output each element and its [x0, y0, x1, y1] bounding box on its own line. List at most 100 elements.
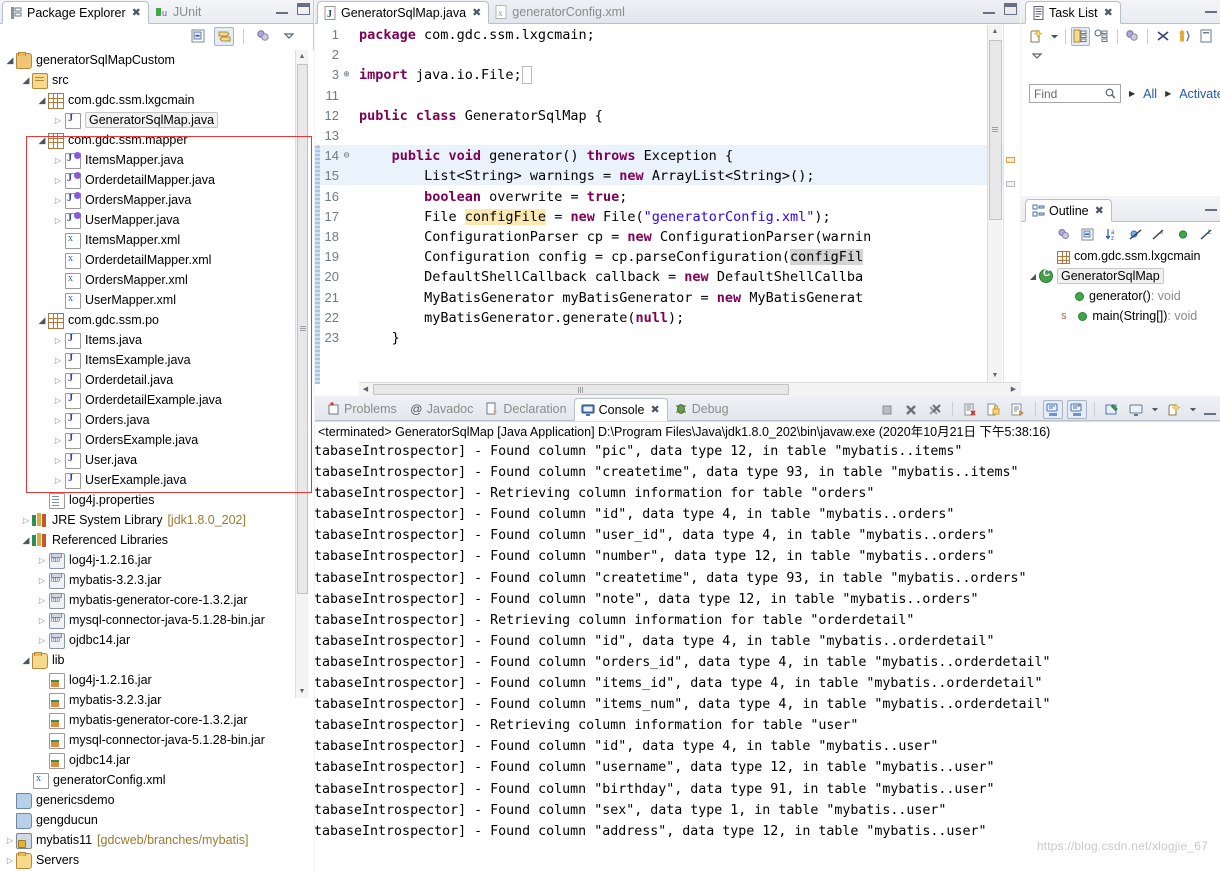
tree-item-log4j-properties[interactable]: log4j.properties [0, 490, 314, 510]
minimize-icon[interactable] [1205, 3, 1217, 13]
expander-open-icon[interactable] [36, 95, 48, 106]
expander-open-icon[interactable] [4, 55, 16, 66]
expander-open-icon[interactable]: ◢ [1027, 272, 1039, 281]
expander-closed-icon[interactable] [52, 376, 64, 385]
find-input[interactable]: Find [1029, 84, 1121, 103]
fold-collapse-icon[interactable]: ⊖ [341, 146, 352, 166]
tree-item-userexample-java[interactable]: UserExample.java [0, 470, 314, 490]
expander-closed-icon[interactable] [52, 476, 64, 485]
tree-item-referenced-libraries[interactable]: Referenced Libraries [0, 530, 314, 550]
expander-open-icon[interactable] [20, 75, 32, 86]
open-console-dropdown[interactable] [1188, 400, 1198, 419]
minimize-icon[interactable] [276, 4, 288, 14]
tree-item-itemsexample-java[interactable]: ItemsExample.java [0, 350, 314, 370]
tree-item-usermapper-xml[interactable]: UserMapper.xml [0, 290, 314, 310]
expander-closed-icon[interactable] [36, 636, 48, 645]
tree-item-genericsdemo[interactable]: genericsdemo [0, 790, 314, 810]
tab-problems[interactable]: Problems [321, 397, 404, 420]
collapse-all-button[interactable] [1175, 27, 1195, 46]
filter-all-link[interactable]: All [1143, 87, 1157, 101]
expander-closed-icon[interactable] [4, 856, 16, 865]
tree-item-mybatis-generator-core-1-3-2-jar[interactable]: mybatis-generator-core-1.3.2.jar [0, 590, 314, 610]
synchronize-changed-button[interactable] [1153, 27, 1173, 46]
focus-on-active-task-button[interactable] [253, 27, 273, 46]
expander-closed-icon[interactable] [52, 116, 64, 125]
tree-item-orderdetailmapper-xml[interactable]: OrderdetailMapper.xml [0, 250, 314, 270]
tree-item-orderdetail-java[interactable]: Orderdetail.java [0, 370, 314, 390]
terminate-button[interactable] [877, 400, 897, 419]
close-icon[interactable]: ✖ [472, 6, 481, 19]
tree-item-mybatis-3-2-3-jar[interactable]: mybatis-3.2.3.jar [0, 570, 314, 590]
hide-nonpublic-button[interactable] [1174, 225, 1193, 244]
expander-closed-icon[interactable] [52, 456, 64, 465]
tree-item-orders-java[interactable]: Orders.java [0, 410, 314, 430]
categorized-presentation-button[interactable] [1070, 26, 1091, 46]
tree-item-ordersmapper-xml[interactable]: OrdersMapper.xml [0, 270, 314, 290]
tree-item-jre-system-library[interactable]: JRE System Library [jdk1.8.0_202] [0, 510, 314, 530]
scheduled-presentation-button[interactable] [1092, 27, 1112, 46]
tree-item-user-java[interactable]: User.java [0, 450, 314, 470]
tree-item-ojdbc14-jar[interactable]: ojdbc14.jar [0, 750, 314, 770]
remove-launch-button[interactable] [901, 400, 921, 419]
show-console-on-error-button[interactable]: * [1067, 400, 1087, 419]
outline-item-com-gdc-ssm-lxgcmain[interactable]: com.gdc.ssm.lxgcmain [1021, 246, 1220, 266]
minimize-icon[interactable] [1205, 201, 1217, 211]
tree-item-items-java[interactable]: Items.java [0, 330, 314, 350]
tree-item-mysql-connector-java-5-1-28-bin-jar[interactable]: mysql-connector-java-5.1.28-bin.jar [0, 610, 314, 630]
expander-open-icon[interactable] [36, 315, 48, 326]
console-output[interactable]: tabaseIntrospector] - Found column "pic"… [315, 441, 1220, 871]
tree-item-log4j-1-2-16-jar[interactable]: log4j-1.2.16.jar [0, 670, 314, 690]
expander-closed-icon[interactable] [36, 576, 48, 585]
clear-console-button[interactable] [960, 400, 980, 419]
expander-open-icon[interactable] [20, 535, 32, 546]
tree-item-mybatis-3-2-3-jar[interactable]: mybatis-3.2.3.jar [0, 690, 314, 710]
tab-generatorconfig-xml[interactable]: x generatorConfig.xml [489, 0, 632, 23]
expander-closed-icon[interactable] [52, 156, 64, 165]
expander-closed-icon[interactable] [52, 356, 64, 365]
outline-tree[interactable]: com.gdc.ssm.lxgcmain ◢ GeneratorSqlMap gene… [1021, 246, 1220, 396]
overview-marker-2[interactable] [1006, 181, 1015, 187]
expander-closed-icon[interactable] [52, 396, 64, 405]
close-icon[interactable]: ✖ [1095, 204, 1104, 217]
scroll-up-arrow[interactable]: ▲ [989, 25, 1001, 38]
view-menu-button[interactable] [1027, 47, 1047, 66]
tree-item-gengducun[interactable]: gengducun [0, 810, 314, 830]
expander-closed-icon[interactable] [52, 416, 64, 425]
maximize-icon[interactable] [1004, 3, 1017, 15]
tree-item-lib[interactable]: lib [0, 650, 314, 670]
tab-console[interactable]: Console ✖ [573, 398, 668, 421]
focus-on-workweek-button[interactable] [1123, 27, 1143, 46]
tab-outline[interactable]: Outline ✖ [1025, 199, 1112, 222]
scrollbar-thumb[interactable] [989, 40, 1002, 220]
scroll-up-arrow[interactable]: ▲ [296, 50, 308, 63]
close-icon[interactable]: ✖ [1104, 6, 1113, 19]
scroll-down-arrow[interactable]: ▼ [989, 369, 1001, 382]
new-task-dropdown[interactable] [1049, 27, 1060, 46]
tree-item-ojdbc14-jar[interactable]: ojdbc14.jar [0, 630, 314, 650]
code-area[interactable]: 1 package com.gdc.ssm.lxgcmain; 2 3 ⊕ import … [315, 24, 1020, 396]
expander-open-icon[interactable] [36, 135, 48, 146]
expander-closed-icon[interactable] [36, 596, 48, 605]
scrollbar-thumb[interactable] [297, 64, 308, 594]
expander-closed-icon[interactable] [52, 196, 64, 205]
package-explorer-vertical-scrollbar[interactable]: ▲ ▼ [295, 50, 308, 698]
tree-item-usermapper-java[interactable]: UserMapper.java [0, 210, 314, 230]
word-wrap-button[interactable] [1008, 400, 1028, 419]
tree-item-src[interactable]: src [0, 70, 314, 90]
sort-az-button[interactable]: az [1102, 225, 1121, 244]
tree-item-com-gdc-ssm-lxgcmain[interactable]: com.gdc.ssm.lxgcmain [0, 90, 314, 110]
tab-junit[interactable]: u JUnit [149, 0, 208, 23]
expander-closed-icon[interactable] [52, 436, 64, 445]
expander-closed-icon[interactable] [20, 516, 32, 525]
scroll-down-arrow[interactable]: ▼ [296, 685, 308, 698]
tree-item-mybatis-generator-core-1-3-2-jar[interactable]: mybatis-generator-core-1.3.2.jar [0, 710, 314, 730]
tree-item-servers[interactable]: Servers [0, 850, 314, 870]
hide-fields-button[interactable] [1126, 225, 1145, 244]
tree-item-ordersmapper-java[interactable]: OrdersMapper.java [0, 190, 314, 210]
scroll-lock-button[interactable] [984, 400, 1004, 419]
expander-open-icon[interactable] [20, 655, 32, 666]
view-menu-button[interactable] [279, 27, 299, 46]
open-console-button[interactable] [1164, 400, 1184, 419]
expander-closed-icon[interactable] [36, 556, 48, 565]
tree-item-ordersexample-java[interactable]: OrdersExample.java [0, 430, 314, 450]
